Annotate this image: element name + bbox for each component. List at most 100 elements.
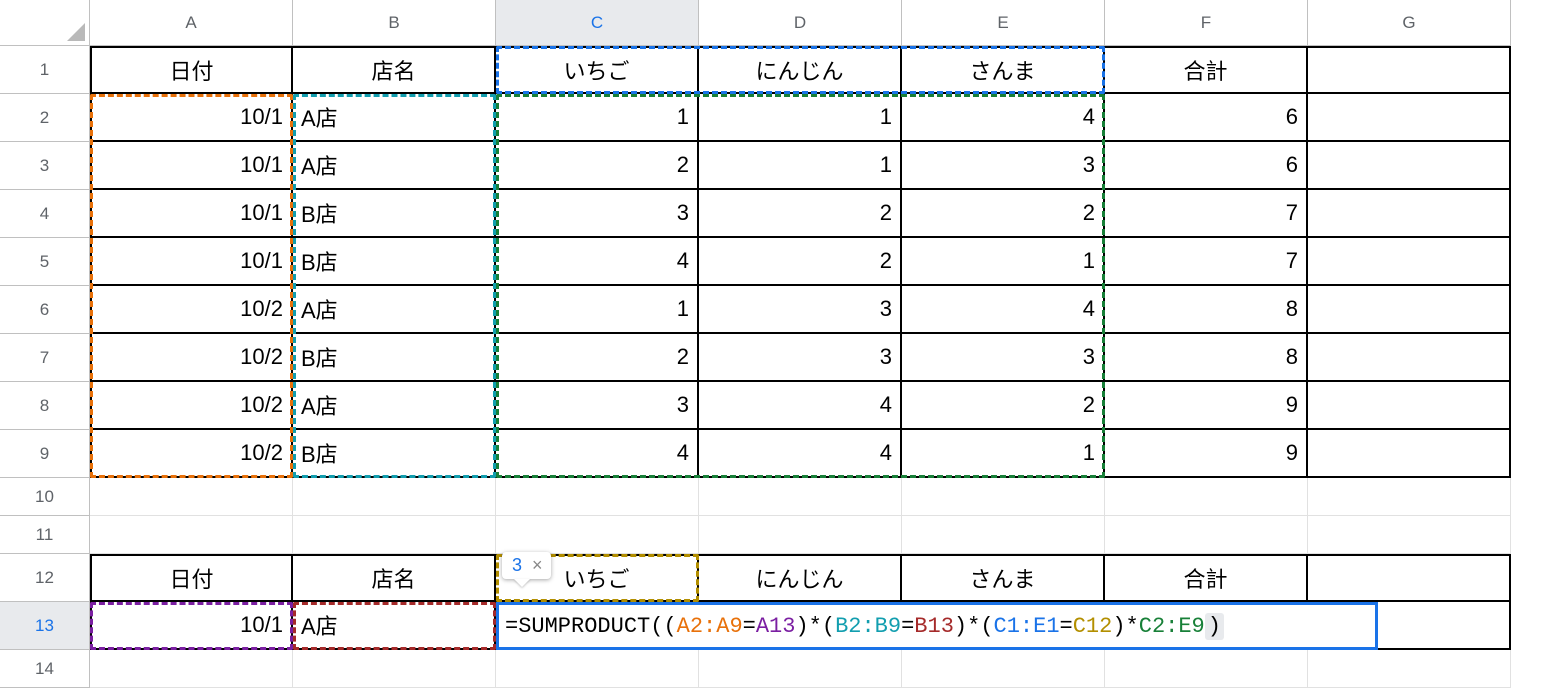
table-row[interactable]: 3: [699, 286, 902, 334]
table-row[interactable]: 4: [699, 382, 902, 430]
table-row[interactable]: 10/2: [90, 430, 293, 478]
table-row[interactable]: 6: [1105, 94, 1308, 142]
table-row[interactable]: 2: [699, 238, 902, 286]
table-row[interactable]: 2: [902, 382, 1105, 430]
select-all-corner[interactable]: [0, 0, 90, 46]
column-header-e[interactable]: E: [902, 0, 1105, 46]
table-row[interactable]: B店: [293, 238, 496, 286]
table-header[interactable]: にんじん: [699, 46, 902, 94]
table-header[interactable]: 合計: [1105, 554, 1308, 602]
table-row[interactable]: 1: [902, 430, 1105, 478]
table-row[interactable]: 3: [699, 334, 902, 382]
cell[interactable]: [1308, 478, 1511, 516]
table-row[interactable]: A店: [293, 286, 496, 334]
table-row[interactable]: 10/1: [90, 190, 293, 238]
cell[interactable]: [293, 478, 496, 516]
table-header[interactable]: さんま: [902, 554, 1105, 602]
row-headers[interactable]: 1234567891011121314: [0, 46, 90, 688]
table-row[interactable]: 10/1: [90, 142, 293, 190]
row-header-3[interactable]: 3: [0, 142, 90, 190]
cell[interactable]: [496, 478, 699, 516]
cell[interactable]: [90, 650, 293, 688]
table-row[interactable]: 4: [496, 430, 699, 478]
table-row[interactable]: B店: [293, 190, 496, 238]
cell[interactable]: [1308, 382, 1511, 430]
table-row[interactable]: 3: [902, 142, 1105, 190]
spreadsheet[interactable]: ABCDEFG 1234567891011121314 日付店名いちごにんじんさ…: [0, 0, 1560, 700]
cell[interactable]: [699, 516, 902, 554]
cell[interactable]: [1308, 430, 1511, 478]
cell[interactable]: [902, 516, 1105, 554]
table-row[interactable]: 3: [902, 334, 1105, 382]
table-row[interactable]: 1: [699, 94, 902, 142]
cell[interactable]: [293, 516, 496, 554]
cell[interactable]: [90, 478, 293, 516]
table-row[interactable]: 10/2: [90, 382, 293, 430]
table-row[interactable]: 4: [902, 94, 1105, 142]
cell[interactable]: [1308, 516, 1511, 554]
cell[interactable]: [1105, 478, 1308, 516]
table-row[interactable]: 1: [496, 286, 699, 334]
cell[interactable]: [293, 650, 496, 688]
table-row[interactable]: 9: [1105, 382, 1308, 430]
table-row[interactable]: 1: [902, 238, 1105, 286]
row-header-1[interactable]: 1: [0, 46, 90, 94]
table-header[interactable]: 日付: [90, 554, 293, 602]
table-row[interactable]: 10/2: [90, 334, 293, 382]
column-header-b[interactable]: B: [293, 0, 496, 46]
row-header-11[interactable]: 11: [0, 516, 90, 554]
cell[interactable]: [1308, 334, 1511, 382]
formula-editor[interactable]: =SUMPRODUCT((A2:A9=A13)*(B2:B9=B13)*(C1:…: [496, 602, 1378, 650]
table-row[interactable]: 7: [1105, 238, 1308, 286]
table-header[interactable]: 店名: [293, 46, 496, 94]
table-header[interactable]: さんま: [902, 46, 1105, 94]
cell-grid[interactable]: 日付店名いちごにんじんさんま合計10/1A店114610/1A店213610/1…: [90, 46, 1511, 688]
cell[interactable]: [1308, 650, 1511, 688]
table-header[interactable]: いちご: [496, 46, 699, 94]
table-row[interactable]: 4: [699, 430, 902, 478]
table-row[interactable]: 4: [902, 286, 1105, 334]
table-row[interactable]: 8: [1105, 334, 1308, 382]
table-header[interactable]: にんじん: [699, 554, 902, 602]
close-icon[interactable]: ×: [532, 555, 543, 576]
table-row[interactable]: 10/1: [90, 94, 293, 142]
table-row[interactable]: 2: [699, 190, 902, 238]
table-row[interactable]: B店: [293, 334, 496, 382]
table-row[interactable]: 10/1: [90, 602, 293, 650]
cell[interactable]: [1308, 142, 1511, 190]
row-header-12[interactable]: 12: [0, 554, 90, 602]
table-header[interactable]: 日付: [90, 46, 293, 94]
table-row[interactable]: 6: [1105, 142, 1308, 190]
column-header-d[interactable]: D: [699, 0, 902, 46]
cell[interactable]: [902, 478, 1105, 516]
cell[interactable]: [1308, 46, 1511, 94]
table-row[interactable]: 2: [496, 142, 699, 190]
table-row[interactable]: B店: [293, 430, 496, 478]
cell[interactable]: [902, 650, 1105, 688]
row-header-4[interactable]: 4: [0, 190, 90, 238]
row-header-13[interactable]: 13: [0, 602, 90, 650]
column-header-g[interactable]: G: [1308, 0, 1511, 46]
table-row[interactable]: 3: [496, 382, 699, 430]
column-header-a[interactable]: A: [90, 0, 293, 46]
cell[interactable]: [1308, 238, 1511, 286]
table-row[interactable]: A店: [293, 602, 496, 650]
table-row[interactable]: 9: [1105, 430, 1308, 478]
column-header-c[interactable]: C: [496, 0, 699, 46]
cell[interactable]: [699, 650, 902, 688]
table-row[interactable]: A店: [293, 142, 496, 190]
table-row[interactable]: A店: [293, 382, 496, 430]
table-row[interactable]: 1: [699, 142, 902, 190]
table-row[interactable]: 10/1: [90, 238, 293, 286]
table-row[interactable]: 1: [496, 94, 699, 142]
table-row[interactable]: 7: [1105, 190, 1308, 238]
cell[interactable]: [90, 516, 293, 554]
table-row[interactable]: 4: [496, 238, 699, 286]
cell[interactable]: [496, 650, 699, 688]
cell[interactable]: [1308, 94, 1511, 142]
column-headers[interactable]: ABCDEFG: [90, 0, 1511, 46]
table-row[interactable]: 8: [1105, 286, 1308, 334]
row-header-8[interactable]: 8: [0, 382, 90, 430]
row-header-6[interactable]: 6: [0, 286, 90, 334]
row-header-7[interactable]: 7: [0, 334, 90, 382]
